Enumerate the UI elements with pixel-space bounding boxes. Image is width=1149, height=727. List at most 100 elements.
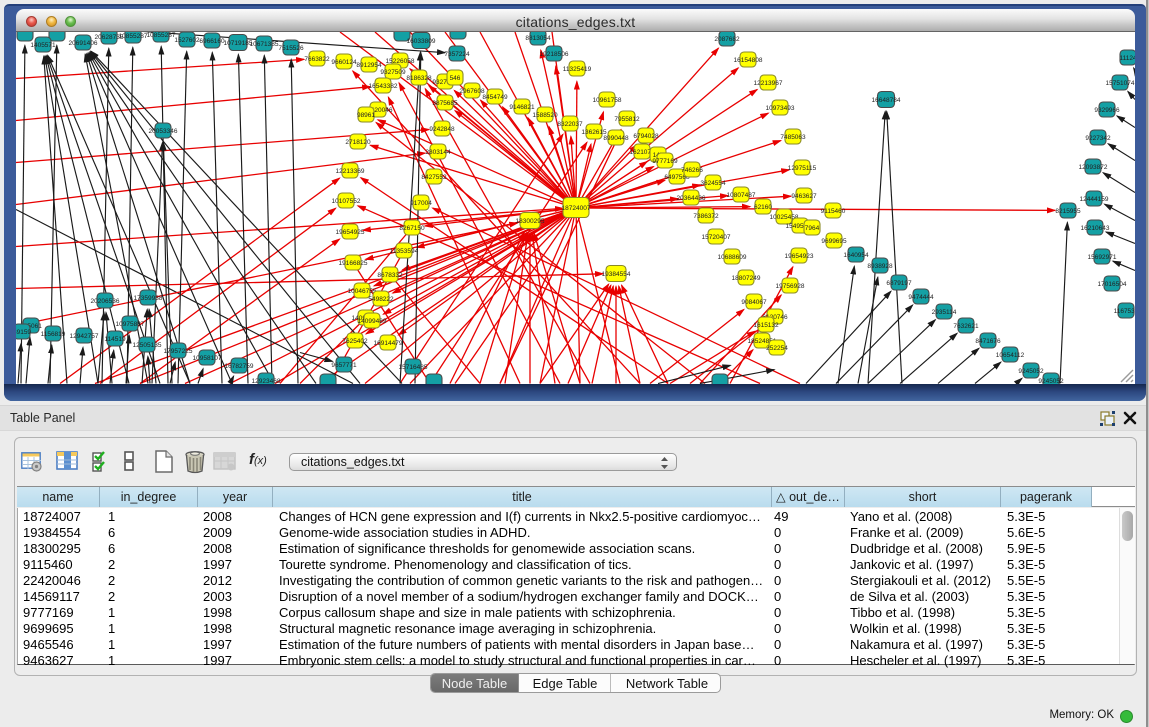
svg-text:10975887: 10975887 [116, 321, 145, 328]
svg-text:10107552: 10107552 [332, 198, 361, 205]
svg-text:10671385: 10671385 [250, 41, 279, 48]
svg-text:1156819: 1156819 [41, 331, 66, 338]
svg-text:16154808: 16154808 [734, 57, 763, 64]
svg-text:9245052: 9245052 [1018, 368, 1044, 375]
svg-text:17957225: 17957225 [164, 348, 193, 355]
svg-text:9463627: 9463627 [791, 193, 817, 200]
svg-text:9699695: 9699695 [821, 238, 847, 245]
svg-text:8471676: 8471676 [975, 338, 1001, 345]
svg-text:6879197: 6879197 [886, 280, 912, 287]
svg-text:9777169: 9777169 [652, 158, 678, 165]
svg-text:8215955: 8215955 [1055, 208, 1081, 215]
svg-text:11325419: 11325419 [563, 66, 592, 73]
svg-text:20053346: 20053346 [149, 128, 178, 135]
svg-text:16033809: 16033809 [407, 38, 436, 45]
svg-text:8267150: 8267150 [399, 225, 425, 232]
svg-text:7515526: 7515526 [278, 45, 304, 52]
svg-text:39159: 39159 [16, 329, 31, 336]
svg-text:8186328: 8186328 [406, 75, 432, 82]
svg-text:9084067: 9084067 [741, 299, 767, 306]
svg-text:9227342: 9227342 [1085, 135, 1111, 142]
svg-text:12923468: 12923468 [252, 378, 281, 384]
svg-text:8813054: 8813054 [525, 35, 551, 42]
svg-text:12444159: 12444159 [1080, 196, 1109, 203]
svg-text:9327509: 9327509 [380, 69, 406, 76]
svg-text:12975115: 12975115 [788, 165, 817, 172]
svg-text:252254: 252254 [766, 345, 788, 352]
svg-text:9660124: 9660124 [331, 59, 357, 66]
svg-text:9242848: 9242848 [429, 126, 455, 133]
svg-text:7485063: 7485063 [780, 134, 806, 141]
svg-text:12213967: 12213967 [754, 80, 783, 87]
svg-text:19384554: 19384554 [602, 271, 631, 278]
svg-text:16543382: 16543382 [369, 83, 398, 90]
svg-text:1405571: 1405571 [30, 42, 56, 49]
svg-text:17016504: 17016504 [1098, 281, 1127, 288]
svg-text:17359938: 17359938 [134, 295, 163, 302]
svg-text:3875685: 3875685 [432, 100, 458, 107]
svg-text:8678332: 8678332 [377, 272, 403, 279]
svg-text:10855287: 10855287 [147, 32, 176, 39]
svg-text:3624554: 3624554 [700, 180, 726, 187]
svg-text:12213369: 12213369 [336, 168, 365, 175]
svg-text:1527602: 1527602 [174, 37, 200, 44]
svg-text:10855287: 10855287 [119, 33, 148, 40]
svg-text:12093872: 12093872 [1079, 164, 1108, 171]
svg-text:15716485: 15716485 [399, 364, 428, 371]
svg-text:15720407: 15720407 [702, 234, 731, 241]
svg-text:9657771: 9657771 [331, 362, 357, 369]
svg-text:10719185: 10719185 [224, 40, 253, 47]
svg-text:12505135: 12505135 [133, 342, 162, 349]
svg-text:7663822: 7663822 [304, 56, 330, 63]
svg-text:7357224: 7357224 [444, 51, 470, 58]
svg-text:10046755: 10046755 [348, 288, 377, 295]
svg-text:1588520: 1588520 [532, 112, 558, 119]
svg-text:8990448: 8990448 [603, 135, 629, 142]
svg-text:9245052: 9245052 [1038, 378, 1064, 384]
svg-text:98961: 98961 [357, 112, 375, 119]
svg-text:10688609: 10688609 [718, 254, 747, 261]
svg-text:2967608: 2967608 [459, 88, 485, 95]
svg-text:18807249: 18807249 [732, 275, 761, 282]
svg-text:16210643: 16210643 [1081, 225, 1110, 232]
svg-text:11353594: 11353594 [390, 248, 419, 255]
svg-text:19654925: 19654925 [336, 229, 365, 236]
svg-text:114519: 114519 [104, 336, 126, 343]
svg-text:19166825: 19166825 [339, 260, 368, 267]
svg-text:546: 546 [450, 75, 461, 82]
svg-text:2935114: 2935114 [932, 309, 957, 316]
svg-text:917004: 917004 [410, 200, 432, 207]
svg-text:7386372: 7386372 [693, 213, 719, 220]
svg-text:9474444: 9474444 [908, 294, 934, 301]
svg-text:10961758: 10961758 [593, 97, 622, 104]
svg-text:11124: 11124 [1119, 55, 1135, 62]
svg-text:18300295: 18300295 [516, 218, 545, 225]
svg-text:8938928: 8938928 [867, 263, 893, 270]
svg-text:746266: 746266 [681, 167, 703, 174]
svg-text:10654112: 10654112 [996, 352, 1025, 359]
svg-text:2803144: 2803144 [425, 149, 451, 156]
svg-text:16914479: 16914479 [374, 340, 403, 347]
svg-text:5498222: 5498222 [368, 296, 394, 303]
svg-text:7964: 7964 [805, 225, 820, 232]
svg-text:12942757: 12942757 [70, 333, 99, 340]
svg-text:7955812: 7955812 [614, 116, 640, 123]
svg-text:7632621: 7632621 [953, 323, 979, 330]
svg-text:8427552: 8427552 [421, 174, 447, 181]
svg-text:15692971: 15692971 [1088, 254, 1117, 261]
svg-text:2087682: 2087682 [714, 36, 740, 43]
svg-text:9329966: 9329966 [1094, 107, 1120, 114]
svg-text:18724007: 18724007 [562, 205, 591, 212]
svg-text:1615132: 1615132 [753, 322, 779, 329]
svg-text:6966160: 6966160 [199, 38, 225, 45]
svg-text:19218506: 19218506 [540, 51, 569, 58]
svg-text:8322037: 8322037 [557, 121, 583, 128]
svg-text:7625402: 7625402 [342, 338, 368, 345]
svg-text:9115460: 9115460 [821, 208, 846, 215]
svg-text:10807487: 10807487 [727, 192, 756, 199]
svg-text:1167533: 1167533 [1114, 308, 1135, 315]
svg-text:10973493: 10973493 [766, 105, 795, 112]
svg-text:19654923: 19654923 [785, 253, 814, 260]
svg-text:15751074: 15751074 [1106, 80, 1135, 87]
svg-text:20691406: 20691406 [69, 40, 98, 47]
